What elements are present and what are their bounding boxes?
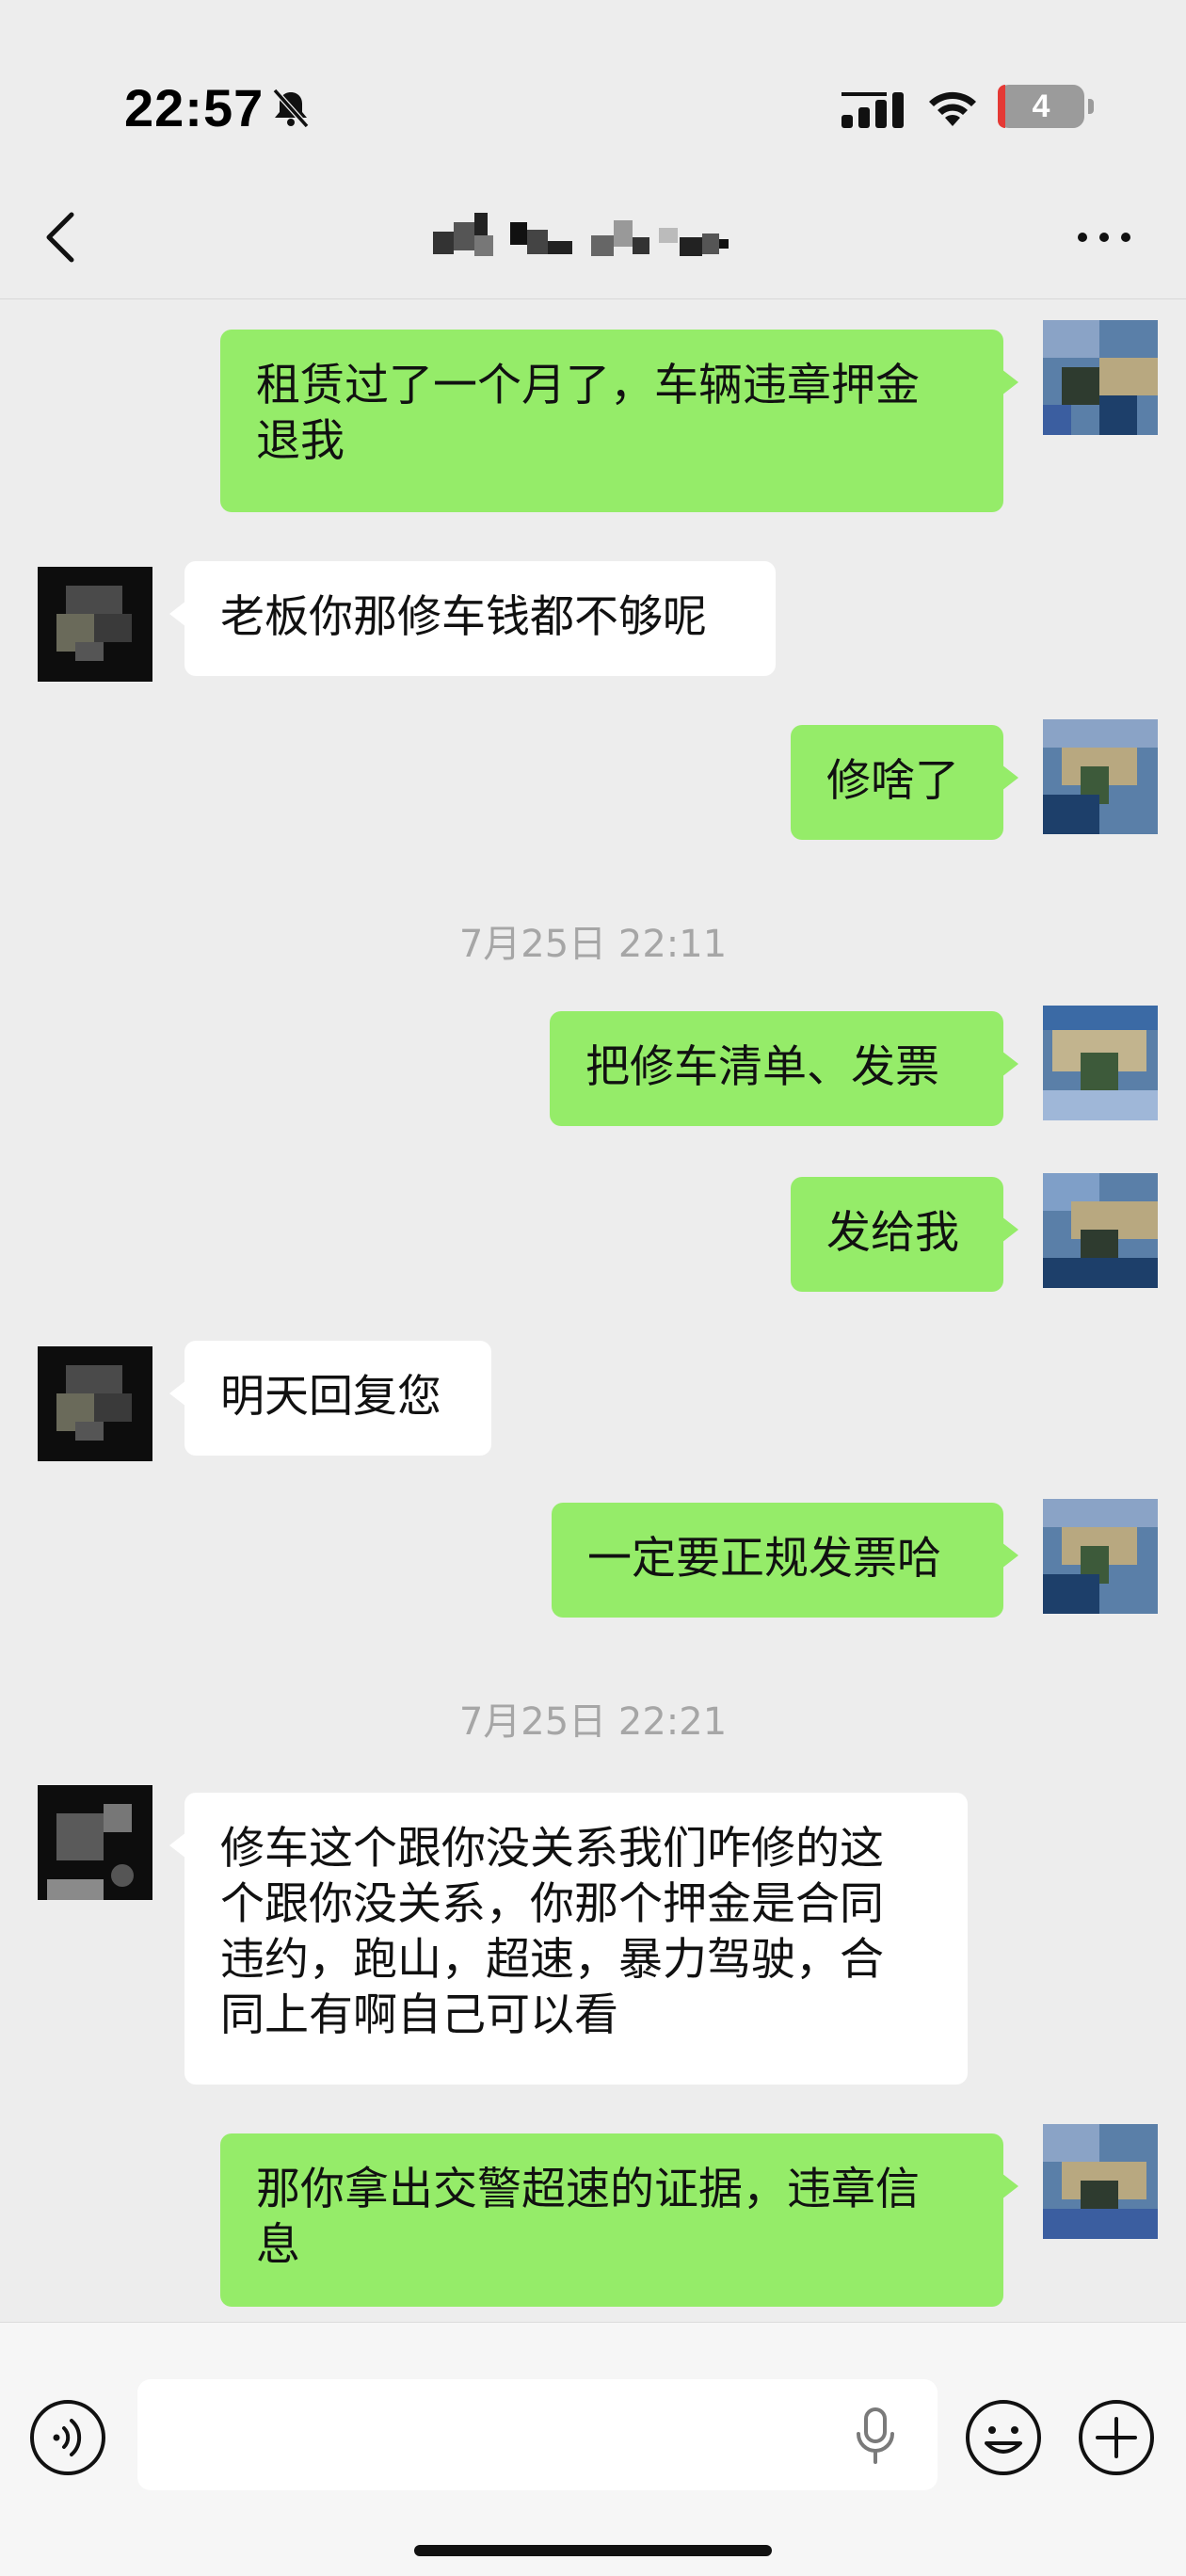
voice-icon[interactable] <box>28 2398 107 2477</box>
message-bubble-outgoing[interactable]: 那你拿出交警超速的证据，违章信 息 <box>220 2133 1018 2307</box>
wifi-icon <box>929 91 976 126</box>
chat-header <box>0 188 1186 299</box>
battery-icon: 4 <box>998 85 1094 128</box>
status-bar: 22:57 4 <box>0 0 1186 188</box>
plus-icon[interactable] <box>1077 2398 1156 2477</box>
my-avatar[interactable] <box>1043 2124 1158 2239</box>
message-bubble-incoming[interactable]: 修车这个跟你没关系我们咋修的这 个跟你没关系，你那个押金是合同 违约，跑山，超速… <box>169 1793 968 2085</box>
emoji-icon[interactable] <box>964 2398 1043 2477</box>
my-avatar[interactable] <box>1043 1006 1158 1120</box>
message-bubble-outgoing[interactable]: 把修车清单、发票 <box>550 1011 1018 1126</box>
my-avatar[interactable] <box>1043 719 1158 834</box>
message-bubble-incoming[interactable]: 明天回复您 <box>169 1341 491 1456</box>
signal-icon <box>841 92 904 128</box>
more-dots-icon[interactable] <box>1073 226 1135 249</box>
status-time: 22:57 <box>124 78 264 137</box>
contact-avatar[interactable] <box>38 567 152 682</box>
chevron-left-icon[interactable] <box>38 207 87 267</box>
my-avatar[interactable] <box>1043 1499 1158 1614</box>
message-bubble-outgoing[interactable]: 发给我 <box>791 1177 1018 1292</box>
bell-off-icon <box>272 88 310 129</box>
my-avatar[interactable] <box>1043 320 1158 435</box>
message-bubble-outgoing[interactable]: 一定要正规发票哈 <box>552 1503 1018 1618</box>
message-timestamp: 7月25日 22:11 <box>458 923 728 966</box>
mic-icon[interactable] <box>853 2406 898 2466</box>
my-avatar[interactable] <box>1043 1173 1158 1288</box>
message-timestamp: 7月25日 22:21 <box>458 1700 728 1744</box>
battery-level: 4 <box>1032 89 1050 124</box>
contact-avatar[interactable] <box>38 1785 152 1900</box>
home-indicator <box>414 2545 772 2556</box>
contact-name-redacted <box>433 213 729 256</box>
input-bar <box>0 2322 1186 2576</box>
message-bubble-outgoing[interactable]: 修啥了 <box>791 725 1018 840</box>
contact-avatar[interactable] <box>38 1346 152 1461</box>
message-input[interactable] <box>137 2379 938 2490</box>
message-bubble-incoming[interactable]: 老板你那修车钱都不够呢 <box>169 561 776 676</box>
message-bubble-outgoing[interactable]: 租赁过了一个月了，车辆违章押金 退我 <box>220 330 1018 512</box>
